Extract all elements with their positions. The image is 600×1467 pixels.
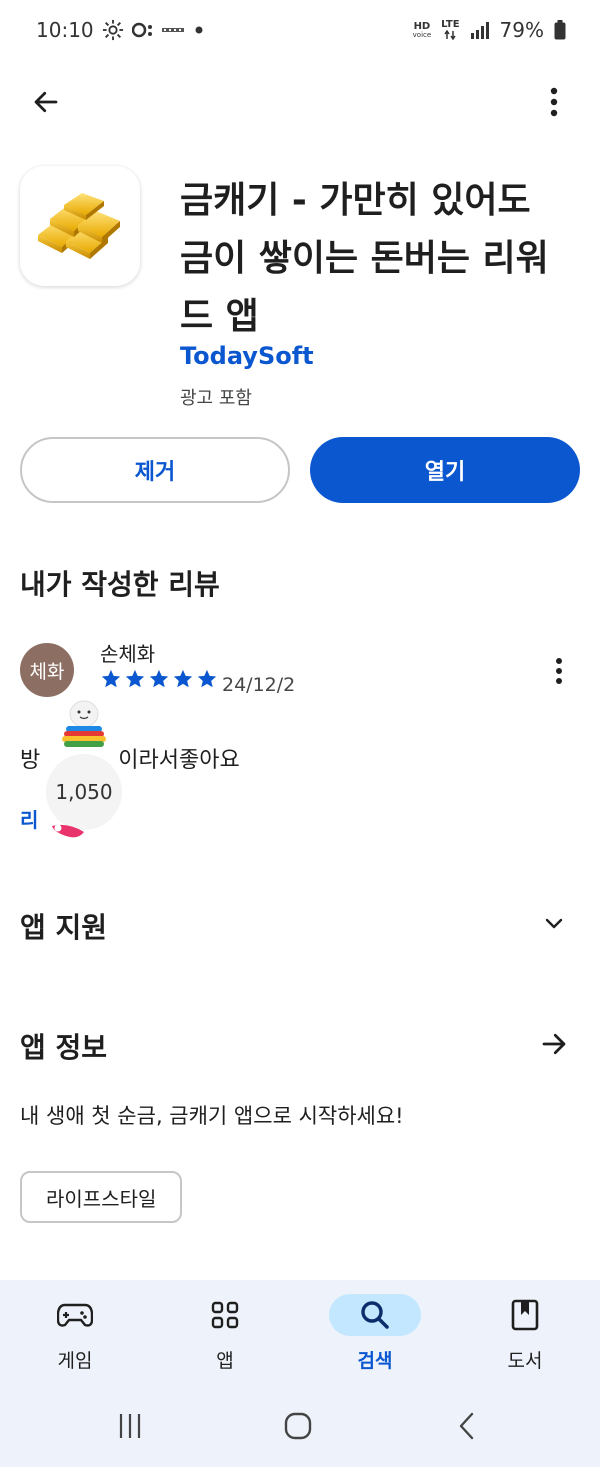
home-button[interactable] bbox=[274, 1406, 322, 1446]
status-bar: 10:10 HD voice LTE 79% bbox=[0, 0, 600, 64]
dot-indicator-icon bbox=[192, 25, 206, 35]
nav-books-label: 도서 bbox=[507, 1350, 543, 1372]
review-text-prefix: 방 bbox=[20, 748, 41, 773]
app-info-arrow-button[interactable] bbox=[536, 1026, 572, 1062]
lte-icon: LTE bbox=[441, 19, 460, 40]
floating-reward-widget[interactable]: 1,050 bbox=[44, 700, 134, 842]
review-date: 24/12/2 bbox=[222, 674, 296, 696]
avatar: 체화 bbox=[20, 643, 74, 697]
app-icon bbox=[20, 166, 140, 286]
home-icon bbox=[284, 1412, 312, 1440]
nav-search-icon-wrap bbox=[329, 1294, 421, 1336]
battery-icon bbox=[554, 20, 566, 40]
nav-games-label: 게임 bbox=[57, 1350, 93, 1372]
app-title: 금캐기 - 가만히 있어도 금이 쌓이는 돈버는 리워드 앱 bbox=[180, 180, 549, 337]
bottom-navigation: 게임 앱 검색 도서 bbox=[0, 1280, 600, 1390]
signal-icon bbox=[470, 21, 490, 39]
uninstall-button[interactable]: 제거 bbox=[20, 437, 290, 503]
chevron-down-icon bbox=[545, 918, 563, 929]
star-icon bbox=[125, 669, 145, 688]
review-more-button[interactable] bbox=[544, 654, 574, 688]
apps-grid-icon bbox=[211, 1301, 239, 1329]
nav-books[interactable]: 도서 bbox=[450, 1280, 600, 1390]
system-back-button[interactable] bbox=[442, 1406, 490, 1446]
mascot-icon bbox=[62, 700, 106, 747]
gamepad-icon bbox=[57, 1303, 93, 1327]
recent-apps-icon bbox=[119, 1414, 141, 1438]
search-icon bbox=[361, 1301, 389, 1329]
star-rating bbox=[100, 668, 218, 690]
settings-gear-icon bbox=[102, 19, 124, 41]
review-link[interactable]: 리 bbox=[20, 804, 38, 833]
status-left: 10:10 bbox=[36, 18, 206, 42]
contains-ads-label: 광고 포함 bbox=[180, 388, 252, 409]
hd-voice-icon: HD voice bbox=[412, 20, 432, 39]
star-icon bbox=[197, 669, 217, 688]
top-app-bar bbox=[0, 72, 600, 128]
open-button[interactable]: 열기 bbox=[310, 437, 580, 503]
nav-books-icon-wrap bbox=[479, 1294, 571, 1336]
star-icon bbox=[173, 669, 193, 688]
more-options-button[interactable] bbox=[530, 78, 578, 126]
hd-label: HD bbox=[413, 20, 431, 32]
my-review-heading: 내가 작성한 리뷰 bbox=[20, 568, 220, 601]
notification-dots-icon bbox=[131, 22, 154, 38]
app-support-heading[interactable]: 앱 지원 bbox=[20, 906, 107, 946]
review-text-suffix: 이라서좋아요 bbox=[118, 748, 240, 773]
ticker-icon bbox=[161, 25, 184, 35]
chevron-left-icon bbox=[459, 1412, 474, 1440]
lte-label: LTE bbox=[441, 19, 460, 30]
expand-support-button[interactable] bbox=[536, 906, 572, 942]
status-time: 10:10 bbox=[36, 18, 94, 42]
battery-percent: 79% bbox=[499, 18, 544, 42]
nav-games[interactable]: 게임 bbox=[0, 1280, 150, 1390]
app-info-heading[interactable]: 앱 정보 bbox=[20, 1026, 107, 1066]
star-icon bbox=[149, 669, 169, 688]
category-chip[interactable]: 라이프스타일 bbox=[20, 1171, 183, 1223]
star-icon bbox=[101, 669, 121, 688]
developer-link[interactable]: TodaySoft bbox=[180, 342, 314, 370]
nav-search[interactable]: 검색 bbox=[300, 1280, 450, 1390]
arrow-forward-icon bbox=[542, 1033, 566, 1055]
nav-apps[interactable]: 앱 bbox=[150, 1280, 300, 1390]
data-arrows-icon bbox=[444, 30, 456, 40]
status-right: HD voice LTE 79% bbox=[413, 18, 566, 42]
play-store-app-page: 10:10 HD voice LTE 79% 금캐기 - 가만히 있어도 금이 … bbox=[0, 0, 600, 1467]
more-vert-icon bbox=[550, 87, 558, 117]
arrow-back-icon bbox=[34, 91, 58, 113]
back-button[interactable] bbox=[22, 78, 70, 126]
nav-search-label: 검색 bbox=[357, 1350, 393, 1372]
nav-games-icon-wrap bbox=[29, 1294, 121, 1336]
voice-label: voice bbox=[412, 30, 432, 39]
recent-apps-button[interactable] bbox=[106, 1406, 154, 1446]
system-navigation-bar bbox=[0, 1390, 600, 1467]
nav-apps-label: 앱 bbox=[216, 1350, 234, 1372]
book-icon bbox=[511, 1299, 539, 1331]
pink-tag-icon bbox=[52, 824, 84, 838]
nav-apps-icon-wrap bbox=[179, 1294, 271, 1336]
gold-bars-icon bbox=[38, 193, 120, 259]
more-vert-icon bbox=[556, 658, 562, 684]
app-description: 내 생애 첫 순금, 금캐기 앱으로 시작하세요! bbox=[20, 1104, 404, 1128]
reviewer-name: 손체화 bbox=[100, 642, 156, 666]
